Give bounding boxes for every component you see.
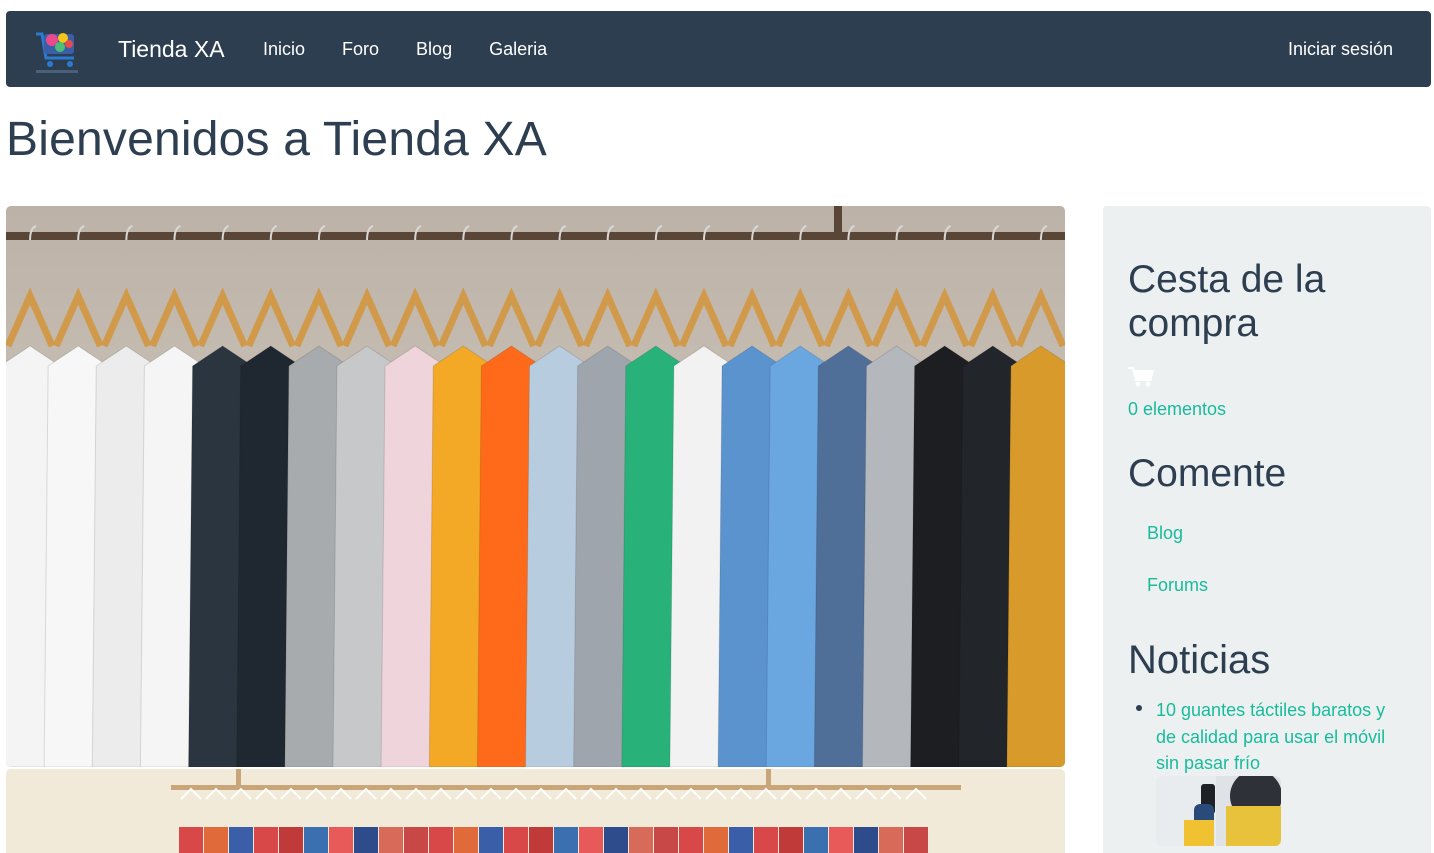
comment-heading: Comente [1128, 452, 1287, 495]
shopping-cart-icon[interactable] [1128, 366, 1155, 388]
nav-link-blog[interactable]: Blog [407, 11, 461, 87]
news-item-link[interactable]: 10 guantes táctiles baratos y de calidad… [1156, 697, 1406, 777]
sidebar-link-blog[interactable]: Blog [1147, 523, 1183, 544]
sidebar-link-forums[interactable]: Forums [1147, 575, 1208, 596]
nav-link-galeria[interactable]: Galeria [480, 11, 556, 87]
news-thumbnail[interactable] [1156, 776, 1281, 846]
hero-image-clothes-rack [6, 769, 1065, 853]
nav-link-inicio[interactable]: Inicio [254, 11, 314, 87]
main-nav: Inicio Foro Blog Galeria [254, 11, 575, 87]
store-logo-icon[interactable] [30, 20, 84, 78]
sidebar: Cesta de la compra 0 elementos Comente B… [1103, 206, 1431, 853]
nav-link-foro[interactable]: Foro [333, 11, 388, 87]
news-bullet [1136, 705, 1142, 711]
top-navbar: Tienda XA Inicio Foro Blog Galeria Inici… [6, 11, 1431, 87]
cart-count-link[interactable]: 0 elementos [1128, 399, 1226, 420]
login-link[interactable]: Iniciar sesión [1288, 11, 1393, 87]
cart-heading: Cesta de la compra [1128, 258, 1326, 346]
news-heading: Noticias [1128, 638, 1271, 682]
page-title: Bienvenidos a Tienda XA [6, 113, 547, 166]
hero-image-tshirts [6, 206, 1065, 767]
brand-link[interactable]: Tienda XA [118, 11, 225, 87]
